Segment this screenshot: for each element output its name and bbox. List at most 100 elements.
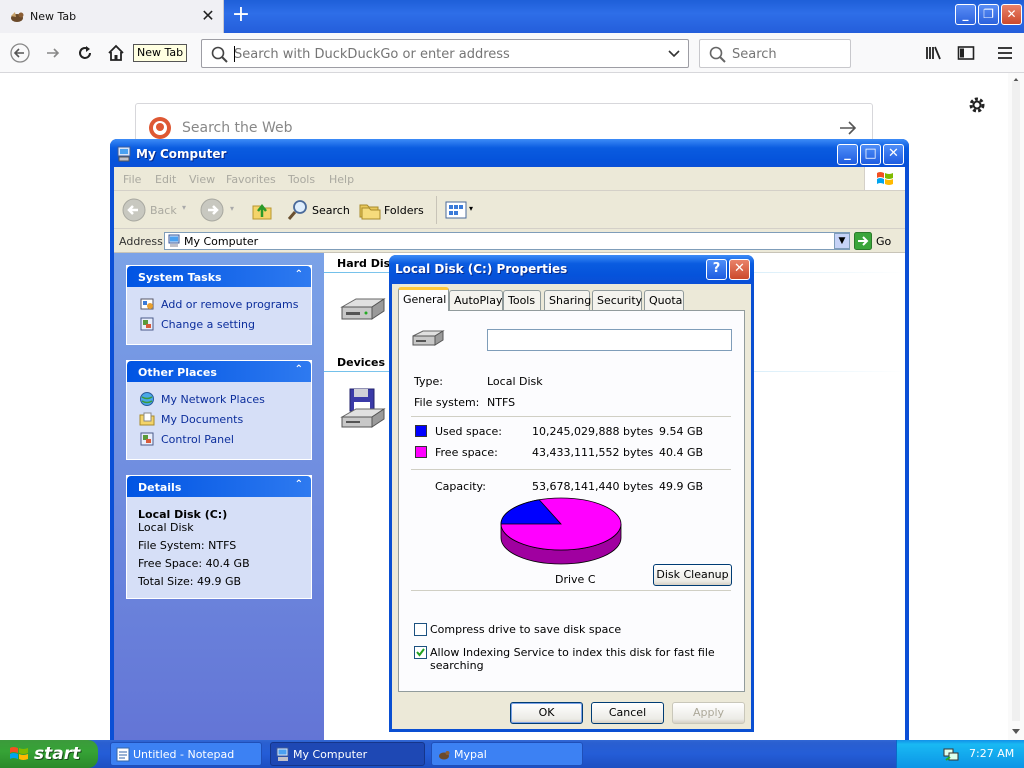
- back-button[interactable]: Back ▾: [122, 197, 186, 223]
- reload-icon[interactable]: [70, 38, 100, 68]
- address-dropdown-icon[interactable]: ▼: [834, 233, 850, 249]
- search-button[interactable]: Search: [286, 197, 354, 223]
- sidebar-toggle-icon[interactable]: [951, 38, 981, 68]
- used-space-bytes: 10,245,029,888 bytes: [532, 425, 654, 438]
- change-setting-link[interactable]: Change a setting: [161, 318, 255, 331]
- ok-button[interactable]: OK: [510, 702, 583, 724]
- free-space-swatch: [415, 446, 427, 458]
- add-remove-programs-icon: [140, 298, 154, 310]
- system-tasks-header[interactable]: System Tasks ⌃: [127, 266, 311, 287]
- search-icon: [709, 46, 726, 63]
- my-computer-titlebar[interactable]: My Computer _ □ ✕: [110, 139, 909, 169]
- tab-autoplay[interactable]: AutoPlay: [449, 290, 503, 310]
- other-places-header[interactable]: Other Places ⌃: [127, 361, 311, 382]
- taskbar-my-computer[interactable]: My Computer: [270, 742, 425, 766]
- url-input[interactable]: [234, 46, 654, 62]
- browser-tab-bar: New Tab ✕ + _ ❐ ✕: [0, 0, 1024, 33]
- tab-general[interactable]: General: [398, 287, 449, 311]
- minimize-button[interactable]: _: [837, 144, 858, 165]
- mypal-logo-icon: [11, 12, 24, 22]
- compress-checkbox[interactable]: [414, 623, 427, 636]
- gear-icon[interactable]: [967, 95, 987, 115]
- add-remove-programs-link[interactable]: Add or remove programs: [161, 298, 299, 311]
- floppy-drive-icon[interactable]: [338, 387, 388, 433]
- search-bar[interactable]: [699, 39, 851, 68]
- close-button[interactable]: ✕: [729, 259, 750, 280]
- disk-cleanup-button[interactable]: Disk Cleanup: [653, 564, 732, 586]
- tab-sharing[interactable]: Sharing: [544, 290, 591, 310]
- new-tab-icon[interactable]: +: [230, 4, 252, 27]
- menu-edit[interactable]: Edit: [155, 173, 176, 186]
- free-space-gb: 40.4 GB: [659, 446, 704, 459]
- system-tasks-panel: System Tasks ⌃ Add or remove programs Cha…: [126, 265, 312, 345]
- menu-tools[interactable]: Tools: [288, 173, 315, 186]
- go-button[interactable]: Go: [854, 232, 902, 250]
- drive-label-input[interactable]: [487, 329, 732, 351]
- home-icon[interactable]: [101, 38, 131, 68]
- apply-button[interactable]: Apply: [672, 702, 745, 724]
- notepad-icon: [116, 747, 130, 762]
- menu-help[interactable]: Help: [329, 173, 354, 186]
- tab-tools[interactable]: Tools: [503, 290, 541, 310]
- indexing-checkbox[interactable]: [414, 646, 427, 659]
- maximize-button[interactable]: □: [860, 144, 881, 165]
- tab-close-icon[interactable]: ✕: [199, 7, 217, 25]
- taskbar-notepad[interactable]: Untitled - Notepad: [110, 742, 262, 766]
- search-icon: [211, 46, 228, 63]
- forward-arrow-icon[interactable]: [200, 198, 224, 222]
- menu-favorites[interactable]: Favorites: [226, 173, 276, 186]
- menu-view[interactable]: View: [189, 173, 215, 186]
- local-disk-icon[interactable]: [338, 293, 388, 329]
- free-space-bytes: 43,433,111,552 bytes: [532, 446, 654, 459]
- my-network-places-link[interactable]: My Network Places: [161, 393, 265, 406]
- folders-button[interactable]: Folders: [358, 197, 430, 223]
- menu-file[interactable]: File: [123, 173, 141, 186]
- checkmark-icon: [416, 648, 425, 657]
- up-folder-icon[interactable]: [250, 198, 274, 222]
- indexing-label: Allow Indexing Service to index this dis…: [430, 646, 715, 672]
- arrow-right-icon[interactable]: [838, 120, 858, 136]
- tab-quota[interactable]: Quota: [644, 290, 684, 310]
- taskbar: start Untitled - Notepad My Computer Myp…: [0, 740, 1024, 768]
- hamburger-menu-icon[interactable]: [990, 38, 1020, 68]
- used-space-swatch: [415, 425, 427, 437]
- clock[interactable]: 7:27 AM: [969, 747, 1014, 760]
- address-field[interactable]: My Computer: [164, 232, 850, 250]
- details-header[interactable]: Details ⌃: [127, 476, 311, 497]
- browser-minimize-button[interactable]: _: [955, 4, 976, 25]
- search-input[interactable]: [732, 46, 842, 62]
- free-space-label: Free space:: [435, 446, 498, 459]
- text-caret: [234, 46, 235, 62]
- library-icon[interactable]: [919, 38, 949, 68]
- folders-icon: [359, 204, 381, 220]
- control-panel-link[interactable]: Control Panel: [161, 433, 234, 446]
- network-icon[interactable]: [943, 746, 959, 762]
- tab-title: New Tab: [30, 10, 77, 23]
- properties-titlebar[interactable]: Local Disk (C:) Properties ? ✕: [389, 255, 754, 284]
- close-button[interactable]: ✕: [883, 144, 904, 165]
- compress-label: Compress drive to save disk space: [430, 623, 622, 636]
- other-places-panel: Other Places ⌃ My Network Places My Docum…: [126, 360, 312, 460]
- chevron-down-icon[interactable]: [667, 49, 681, 59]
- browser-close-button[interactable]: ✕: [1001, 4, 1022, 25]
- back-arrow-icon[interactable]: [5, 38, 35, 68]
- page-scrollbar[interactable]: [1008, 73, 1024, 740]
- browser-restore-button[interactable]: ❐: [978, 4, 999, 25]
- help-button[interactable]: ?: [706, 259, 727, 280]
- network-globe-icon: [140, 392, 154, 406]
- tab-security[interactable]: Security: [592, 290, 642, 310]
- type-value: Local Disk: [487, 375, 543, 388]
- cancel-button[interactable]: Cancel: [591, 702, 664, 724]
- capacity-label: Capacity:: [435, 480, 486, 493]
- used-space-gb: 9.54 GB: [659, 425, 704, 438]
- my-documents-link[interactable]: My Documents: [161, 413, 243, 426]
- views-button[interactable]: ▾: [445, 200, 477, 220]
- details-name: Local Disk (C:): [138, 508, 228, 521]
- details-free-space: Free Space: 40.4 GB: [138, 557, 250, 570]
- duckduckgo-logo-icon: [149, 117, 171, 139]
- taskbar-mypal[interactable]: Mypal: [431, 742, 583, 766]
- start-button[interactable]: start: [0, 740, 98, 768]
- browser-tab[interactable]: New Tab ✕: [0, 0, 224, 33]
- forward-arrow-icon[interactable]: [38, 38, 68, 68]
- url-bar[interactable]: [201, 39, 689, 68]
